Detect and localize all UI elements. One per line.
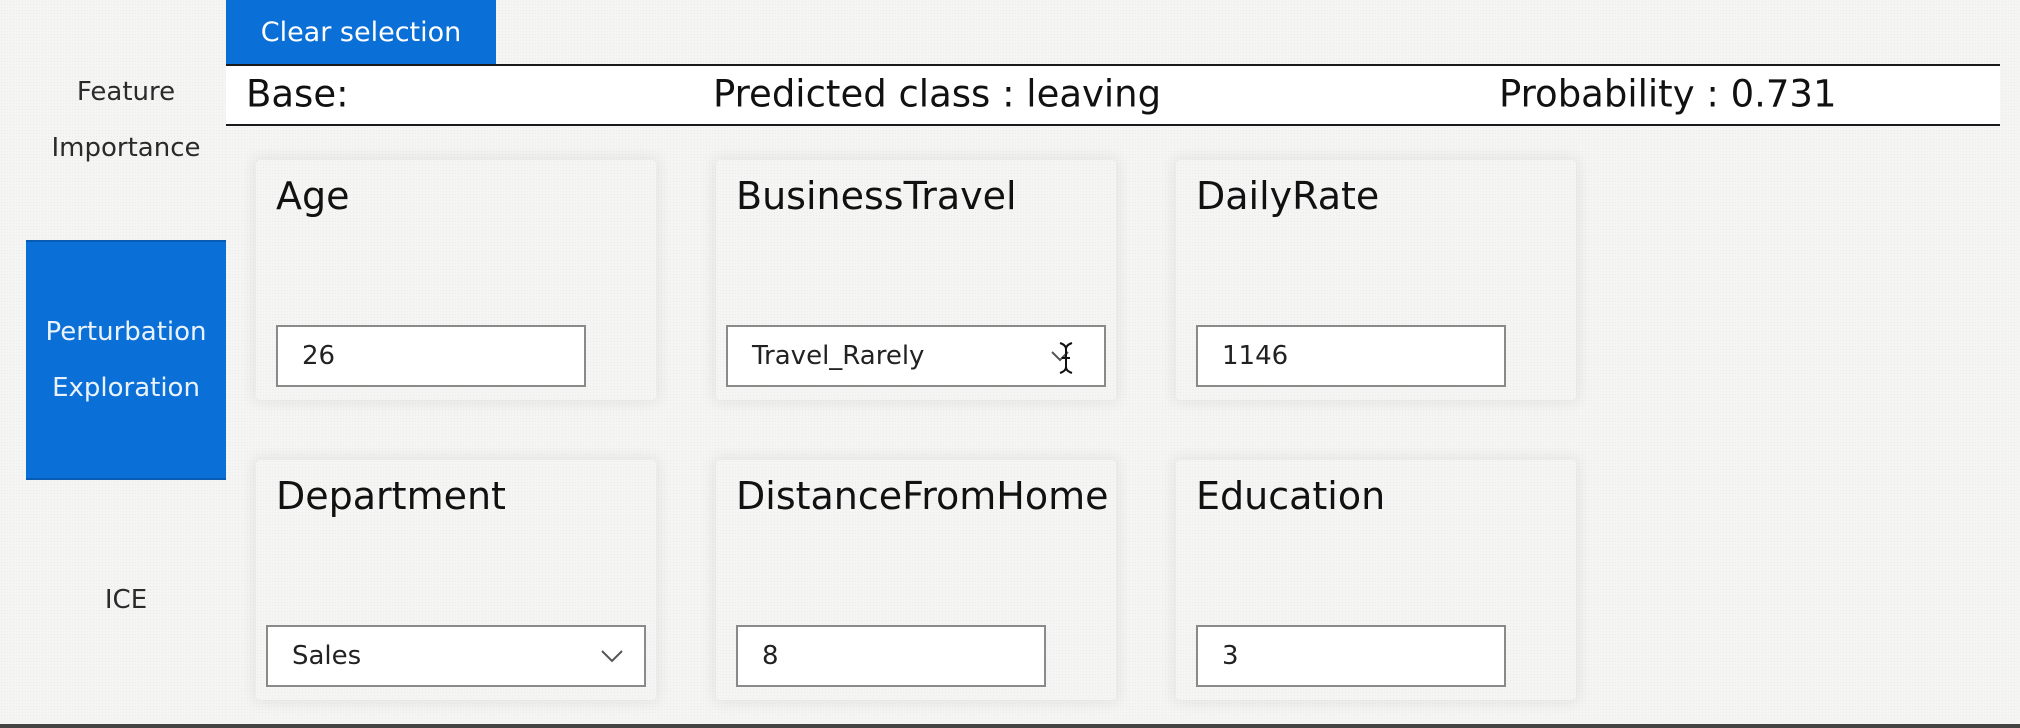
daily-rate-input[interactable] [1196, 325, 1506, 387]
feature-title: DailyRate [1196, 174, 1380, 218]
chevron-down-icon [598, 642, 626, 670]
text-cursor-icon [1059, 342, 1073, 374]
feature-title: BusinessTravel [736, 174, 1017, 218]
nav-item-perturbation-exploration[interactable]: Perturbation Exploration [26, 240, 226, 480]
feature-title: Age [276, 174, 350, 218]
education-input[interactable] [1196, 625, 1506, 687]
side-nav: Feature Importance Perturbation Explorat… [26, 0, 226, 720]
dropdown-value: Sales [292, 641, 362, 671]
feature-title: Education [1196, 474, 1386, 518]
nav-label-line: Importance [51, 133, 201, 163]
nav-item-feature-importance[interactable]: Feature Importance [26, 0, 226, 240]
department-dropdown[interactable]: Sales [266, 625, 646, 687]
feature-card-education: Education [1176, 460, 1576, 700]
feature-card-business-travel: BusinessTravel Travel_Rarely [716, 160, 1116, 400]
nav-label-line: ICE [104, 585, 148, 615]
nav-label-line: Perturbation [45, 317, 207, 347]
business-travel-dropdown[interactable]: Travel_Rarely [726, 325, 1106, 387]
clear-selection-button[interactable]: Clear selection [226, 0, 496, 64]
bottom-divider [0, 724, 2020, 728]
base-label: Base: [246, 72, 349, 116]
predicted-class-label: Predicted class : leaving [713, 72, 1162, 116]
feature-title: Department [276, 474, 506, 518]
nav-item-ice[interactable]: ICE [26, 480, 226, 720]
probability-label: Probability : 0.731 [1499, 72, 1837, 116]
nav-label-line: Feature [76, 77, 176, 107]
age-input[interactable] [276, 325, 586, 387]
distance-from-home-input[interactable] [736, 625, 1046, 687]
feature-card-department: Department Sales [256, 460, 656, 700]
nav-item-label: Perturbation Exploration [41, 304, 211, 416]
feature-title: DistanceFromHome [736, 474, 1109, 518]
feature-card-distance-from-home: DistanceFromHome [716, 460, 1116, 700]
dropdown-value: Travel_Rarely [752, 341, 925, 371]
nav-item-label: Feature Importance [41, 64, 211, 176]
prediction-summary-bar: Base: Predicted class : leaving Probabil… [226, 64, 2000, 126]
feature-card-age: Age [256, 160, 656, 400]
feature-card-daily-rate: DailyRate [1176, 160, 1576, 400]
nav-label-line: Exploration [52, 373, 200, 403]
nav-item-label: ICE [41, 572, 211, 628]
